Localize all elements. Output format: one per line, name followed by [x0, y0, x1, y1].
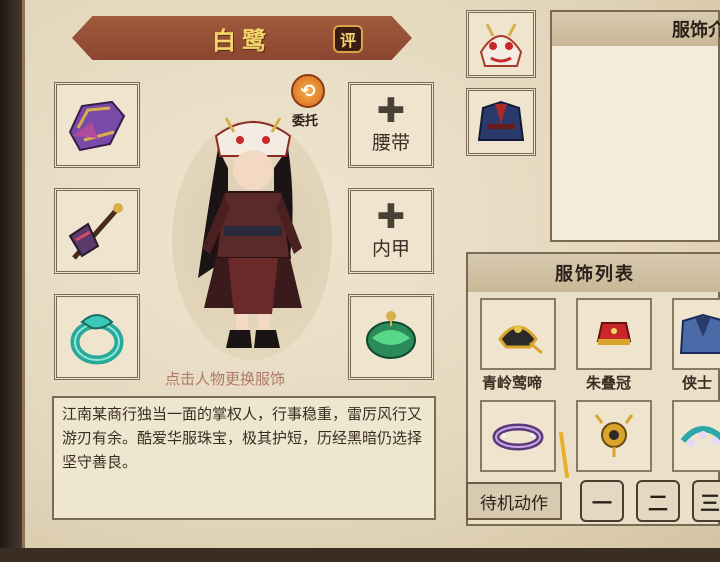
dragon-hat-icon: [479, 23, 523, 67]
hammer-weapon-icon: [68, 203, 123, 260]
inner-armor-slot[interactable]: ✚ 内甲: [348, 188, 434, 274]
gold-ornament-icon: [594, 414, 634, 457]
outfit-item-label: 朱叠冠: [586, 374, 632, 392]
blue-robe-icon: [679, 313, 720, 354]
jade-pendant-icon: [366, 311, 416, 359]
pendant-slot[interactable]: [348, 294, 434, 380]
rating-button[interactable]: 评: [333, 25, 363, 53]
hat-side-slot[interactable]: [466, 10, 536, 78]
ring-slot[interactable]: [54, 294, 140, 380]
outfit-item[interactable]: [576, 400, 652, 472]
red-crown-icon: [596, 322, 632, 345]
outfit-item[interactable]: [672, 298, 720, 370]
jade-ring-icon: [70, 314, 124, 365]
refresh-arrows-icon[interactable]: ⟲: [291, 74, 325, 108]
outfit-item-label: 青岭莺啼: [482, 374, 543, 392]
outfit-item[interactable]: [576, 298, 652, 370]
robe-icon: [477, 100, 525, 141]
plus-icon: ✚: [376, 90, 406, 131]
purple-bracelet-icon: [492, 423, 544, 451]
window-edge: [0, 0, 24, 562]
belt-slot-label: 腰带: [371, 131, 410, 154]
character-name: 白鹭: [212, 26, 272, 55]
outfit-item[interactable]: [672, 400, 720, 472]
entrust-label: 委托: [292, 114, 319, 129]
outfit-intro-title: 服饰介: [672, 20, 720, 41]
belt-slot[interactable]: ✚ 腰带: [348, 82, 434, 168]
outfit-intro-header: 服饰介: [552, 12, 720, 46]
idle-action-button[interactable]: 待机动作: [466, 482, 562, 520]
bracer-slot[interactable]: [54, 82, 140, 168]
bottom-edge: [0, 548, 720, 562]
weapon-slot[interactable]: [54, 188, 140, 274]
outfit-list-header: 服饰列表: [468, 254, 720, 292]
robe-side-slot[interactable]: [466, 88, 536, 156]
gold-headpiece-icon: [498, 325, 543, 355]
pose-button-2[interactable]: 二: [636, 480, 680, 522]
character-figure[interactable]: [178, 108, 328, 354]
inner-armor-slot-label: 内甲: [371, 237, 410, 260]
change-outfit-hint: 点击人物更换服饰: [165, 370, 286, 388]
outfit-list-title: 服饰列表: [555, 264, 635, 285]
character-description: 江南某商行独当一面的掌权人，行事稳重，雷厉风行又游刃有余。酷爱华服珠宝，极其护短…: [52, 396, 436, 520]
outfit-item-label: 侠士: [682, 374, 713, 392]
outfit-intro-panel: 服饰介: [550, 10, 720, 242]
pose-button-3[interactable]: 三: [692, 480, 720, 522]
outfit-item[interactable]: [480, 298, 556, 370]
pose-button-1[interactable]: 一: [580, 480, 624, 522]
outfit-item[interactable]: [480, 400, 556, 472]
plus-icon: ✚: [376, 196, 406, 237]
teal-ornament-icon: [680, 426, 720, 447]
purple-bracer-icon: [68, 100, 126, 152]
